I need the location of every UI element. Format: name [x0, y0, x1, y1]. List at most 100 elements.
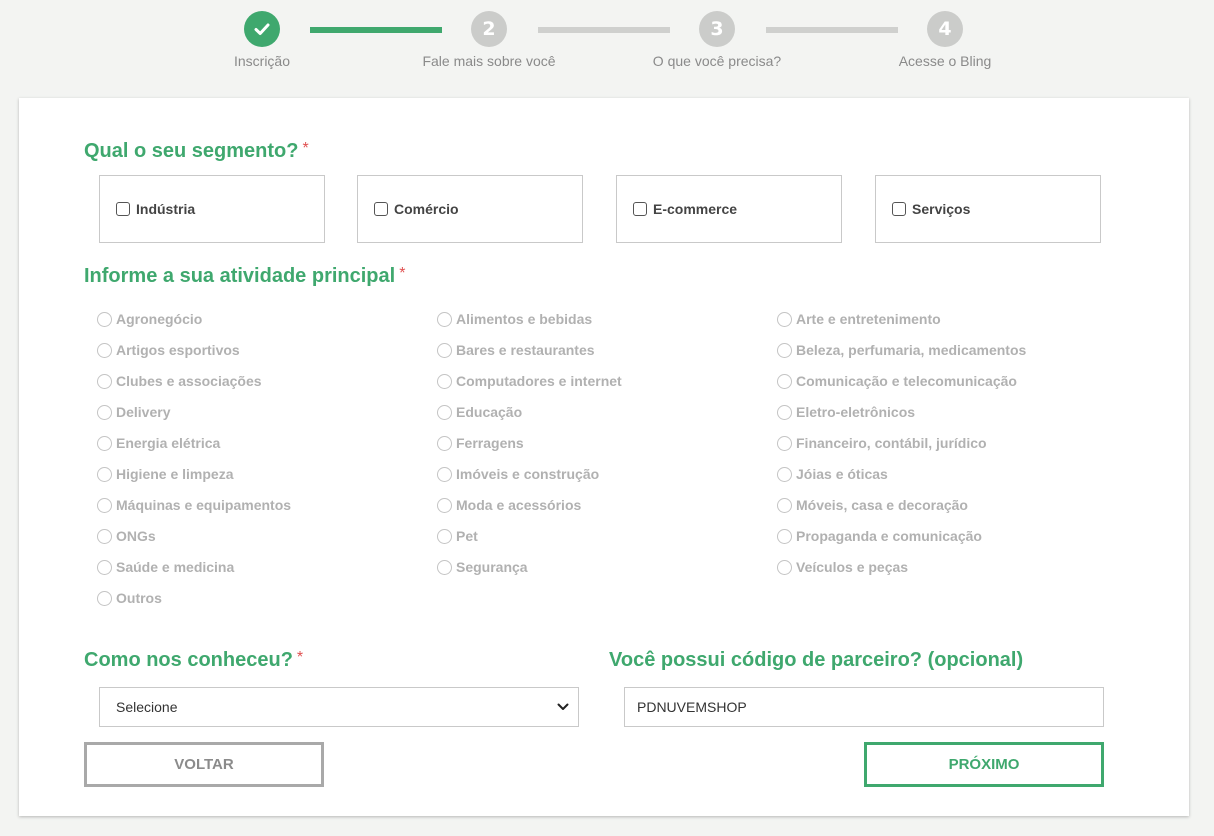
activity-option-label: Arte e entretenimento: [796, 311, 941, 327]
radio-icon[interactable]: [437, 435, 452, 451]
radio-icon[interactable]: [437, 559, 452, 575]
next-button[interactable]: PRÓXIMO: [864, 742, 1104, 787]
activity-option[interactable]: Bares e restaurantes: [437, 342, 595, 358]
segment-option-servicos[interactable]: Serviços: [875, 175, 1101, 243]
segment-title: Qual o seu segmento?: [84, 140, 299, 162]
radio-icon[interactable]: [777, 342, 792, 358]
activity-option[interactable]: Clubes e associações: [97, 373, 262, 389]
step-2-label: Fale mais sobre você: [422, 53, 556, 69]
radio-icon[interactable]: [97, 590, 112, 606]
activity-option-label: Comunicação e telecomunicação: [796, 373, 1017, 389]
activity-option[interactable]: Delivery: [97, 404, 170, 420]
activity-option-label: Veículos e peças: [796, 559, 909, 575]
radio-icon[interactable]: [97, 311, 112, 327]
activity-option[interactable]: Móveis, casa e decoração: [777, 497, 968, 513]
activity-option[interactable]: Agronegócio: [97, 311, 202, 327]
activity-option[interactable]: Artigos esportivos: [97, 342, 240, 358]
activity-option[interactable]: Eletro-eletrônicos: [777, 404, 915, 420]
radio-icon[interactable]: [437, 311, 452, 327]
source-selected-value: Selecione: [116, 699, 178, 715]
checkbox-icon[interactable]: [633, 202, 647, 216]
activity-heading: Informe a sua atividade principal *: [84, 265, 405, 288]
step-4-number: 4: [927, 11, 963, 47]
step-3-label: O que você precisa?: [652, 53, 782, 69]
step-connector-2: [538, 27, 670, 33]
activity-option-label: Delivery: [116, 404, 171, 420]
partner-code-input[interactable]: [624, 687, 1104, 727]
activity-option[interactable]: Alimentos e bebidas: [437, 311, 592, 327]
activity-option[interactable]: Máquinas e equipamentos: [97, 497, 291, 513]
radio-icon[interactable]: [777, 311, 792, 327]
radio-icon[interactable]: [777, 528, 792, 544]
segment-option-industria[interactable]: Indústria: [99, 175, 325, 243]
activity-option[interactable]: Arte e entretenimento: [777, 311, 941, 327]
segment-option-ecommerce[interactable]: E-commerce: [616, 175, 842, 243]
activity-option[interactable]: Imóveis e construção: [437, 466, 599, 482]
activity-option[interactable]: Computadores e internet: [437, 373, 622, 389]
activity-option-label: Móveis, casa e decoração: [796, 497, 968, 513]
activity-option-label: Ferragens: [456, 435, 524, 451]
radio-icon[interactable]: [97, 559, 112, 575]
radio-icon[interactable]: [777, 373, 792, 389]
step-connector-3: [766, 27, 898, 33]
activity-option[interactable]: Segurança: [437, 559, 528, 575]
step-1-label: Inscrição: [233, 53, 291, 69]
segment-option-comercio[interactable]: Comércio: [357, 175, 583, 243]
radio-icon[interactable]: [97, 404, 112, 420]
step-connector-1: [310, 27, 442, 33]
activity-option-label: Máquinas e equipamentos: [116, 497, 292, 513]
segment-heading: Qual o seu segmento? *: [84, 140, 309, 163]
activity-option[interactable]: Financeiro, contábil, jurídico: [777, 435, 987, 451]
activity-option-label: Bares e restaurantes: [456, 342, 595, 358]
radio-icon[interactable]: [97, 528, 112, 544]
step-2-number: 2: [471, 11, 507, 47]
activity-option[interactable]: Educação: [437, 404, 522, 420]
radio-icon[interactable]: [97, 435, 112, 451]
activity-option[interactable]: Comunicação e telecomunicação: [777, 373, 1017, 389]
radio-icon[interactable]: [437, 528, 452, 544]
activity-option[interactable]: Higiene e limpeza: [97, 466, 233, 482]
activity-option[interactable]: Jóias e óticas: [777, 466, 888, 482]
checkbox-icon[interactable]: [374, 202, 388, 216]
radio-icon[interactable]: [437, 466, 452, 482]
activity-option-label: Segurança: [456, 559, 528, 575]
radio-icon[interactable]: [437, 404, 452, 420]
activity-option[interactable]: Energia elétrica: [97, 435, 220, 451]
activity-option-label: Pet: [456, 528, 478, 544]
radio-icon[interactable]: [777, 404, 792, 420]
activity-option[interactable]: Moda e acessórios: [437, 497, 581, 513]
radio-icon[interactable]: [97, 466, 112, 482]
activity-option-label: Outros: [116, 590, 162, 606]
radio-icon[interactable]: [97, 342, 112, 358]
activity-option[interactable]: Propaganda e comunicação: [777, 528, 982, 544]
activity-option-label: Beleza, perfumaria, medicamentos: [796, 342, 1027, 358]
activity-option[interactable]: Veículos e peças: [777, 559, 908, 575]
back-button[interactable]: VOLTAR: [84, 742, 324, 787]
partner-title: Você possui código de parceiro? (opciona…: [609, 649, 1024, 671]
activity-option-label: Saúde e medicina: [116, 559, 235, 575]
activity-option[interactable]: Beleza, perfumaria, medicamentos: [777, 342, 1026, 358]
activity-option-label: ONGs: [116, 528, 156, 544]
activity-option-label: Moda e acessórios: [456, 497, 582, 513]
radio-icon[interactable]: [777, 435, 792, 451]
source-select[interactable]: Selecione: [99, 687, 579, 727]
radio-icon[interactable]: [97, 373, 112, 389]
radio-icon[interactable]: [777, 466, 792, 482]
radio-icon[interactable]: [437, 342, 452, 358]
required-mark: *: [296, 649, 304, 666]
activity-option[interactable]: Ferragens: [437, 435, 524, 451]
radio-icon[interactable]: [437, 497, 452, 513]
radio-icon[interactable]: [437, 373, 452, 389]
radio-icon[interactable]: [97, 497, 112, 513]
checkbox-icon[interactable]: [892, 202, 906, 216]
activity-option[interactable]: Outros: [97, 590, 162, 606]
source-heading: Como nos conheceu? *: [84, 649, 303, 672]
radio-icon[interactable]: [777, 559, 792, 575]
radio-icon[interactable]: [777, 497, 792, 513]
checkbox-icon[interactable]: [116, 202, 130, 216]
activity-option[interactable]: Pet: [437, 528, 478, 544]
activity-option[interactable]: ONGs: [97, 528, 156, 544]
segment-option-label: E-commerce: [653, 201, 738, 217]
required-mark: *: [302, 140, 309, 157]
activity-option[interactable]: Saúde e medicina: [97, 559, 234, 575]
